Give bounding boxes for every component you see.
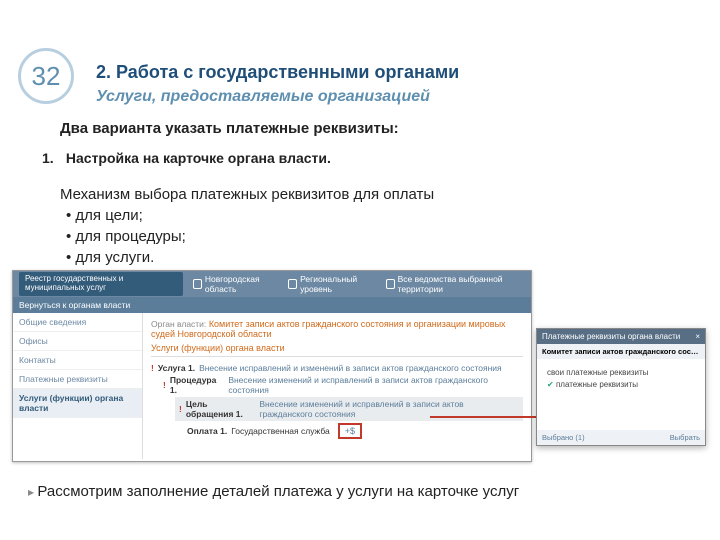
popup-option[interactable]: свои платежные реквизиты [547, 368, 695, 377]
numbered-item: 1. Настройка на карточке органа власти. [42, 150, 331, 166]
mechanism-item: для цели; [66, 205, 434, 226]
numbered-text: Настройка на карточке органа власти. [66, 150, 331, 166]
app-screenshot: Реестр государственных и муниципальных у… [12, 270, 532, 462]
goal-label: Цель обращения 1. [186, 399, 256, 419]
popup-footer: Выбрано (1) Выбрать [537, 430, 705, 445]
procedure-text[interactable]: Внесение изменений и исправлений в запис… [228, 375, 523, 395]
sidebar-item[interactable]: Контакты [13, 351, 142, 370]
building-icon [386, 279, 395, 289]
procedure-row: ! Процедура 1. Внесение изменений и испр… [163, 375, 523, 395]
popup-select-button[interactable]: Выбрать [670, 433, 700, 442]
topbar-scope[interactable]: Все ведомства выбранной территории [386, 274, 525, 294]
popup-option-checked[interactable]: платежные реквизиты [547, 380, 695, 389]
payment-text: Государственная служба [231, 426, 330, 436]
close-icon[interactable]: × [695, 332, 700, 341]
popup-dialog: Платежные реквизиты органа власти × Коми… [536, 328, 706, 446]
level-icon [288, 279, 297, 289]
intro-text: Два варианта указать платежные реквизиты… [60, 120, 399, 137]
alert-icon: ! [179, 404, 182, 414]
alert-icon: ! [151, 363, 154, 373]
mechanism-lead: Механизм выбора платежных реквизитов для… [60, 184, 434, 205]
sidebar-item[interactable]: Общие сведения [13, 313, 142, 332]
popup-subtitle: Комитет записи актов гражданского состоя… [537, 344, 705, 359]
section-subtitle: Услуги, предоставляемые организацией [96, 88, 430, 106]
topbar-level[interactable]: Региональный уровень [288, 274, 375, 294]
screenshot-main: Орган власти: Комитет записи актов гражд… [143, 313, 531, 459]
section-title: 2. Работа с государственными органами [96, 62, 459, 83]
popup-title: Платежные реквизиты органа власти [542, 332, 680, 341]
add-payment-button[interactable]: +$ [338, 423, 362, 439]
globe-icon [193, 279, 202, 289]
alert-icon: ! [163, 380, 166, 390]
sidebar-item[interactable]: Платежные реквизиты [13, 370, 142, 389]
payment-row: Оплата 1. Государственная служба +$ [187, 423, 523, 439]
topbar-region[interactable]: Новгородская область [193, 274, 278, 294]
footnote: Рассмотрим заполнение деталей платежа у … [28, 483, 519, 500]
sidebar-item[interactable]: Офисы [13, 332, 142, 351]
page-number: 32 [32, 61, 61, 92]
org-label: Орган власти: [151, 319, 206, 329]
service-label: Услуга 1. [158, 363, 195, 373]
service-row: ! Услуга 1. Внесение исправлений и измен… [151, 363, 523, 373]
popup-selected-count: Выбрано (1) [542, 433, 585, 442]
numbered-index: 1. [42, 150, 62, 166]
popup-body: свои платежные реквизиты платежные рекви… [537, 359, 705, 398]
mechanism-item: для услуги. [66, 247, 434, 268]
sidebar-item-active[interactable]: Услуги (функции) органа власти [13, 389, 142, 418]
page-number-badge: 32 [18, 48, 74, 104]
mechanism-item: для процедуры; [66, 226, 434, 247]
procedure-label: Процедура 1. [170, 375, 224, 395]
callout-arrow [430, 416, 550, 418]
service-text[interactable]: Внесение исправлений и изменений в запис… [199, 363, 502, 373]
popup-header: Платежные реквизиты органа власти × [537, 329, 705, 344]
screenshot-topbar: Реестр государственных и муниципальных у… [13, 271, 531, 297]
back-link[interactable]: Вернуться к органам власти [13, 297, 531, 313]
payment-label: Оплата 1. [187, 426, 227, 436]
app-logo: Реестр государственных и муниципальных у… [19, 272, 183, 296]
screenshot-sidebar: Общие сведения Офисы Контакты Платежные … [13, 313, 143, 459]
mechanism-block: Механизм выбора платежных реквизитов для… [60, 184, 434, 268]
main-tab[interactable]: Услуги (функции) органа власти [151, 343, 523, 357]
